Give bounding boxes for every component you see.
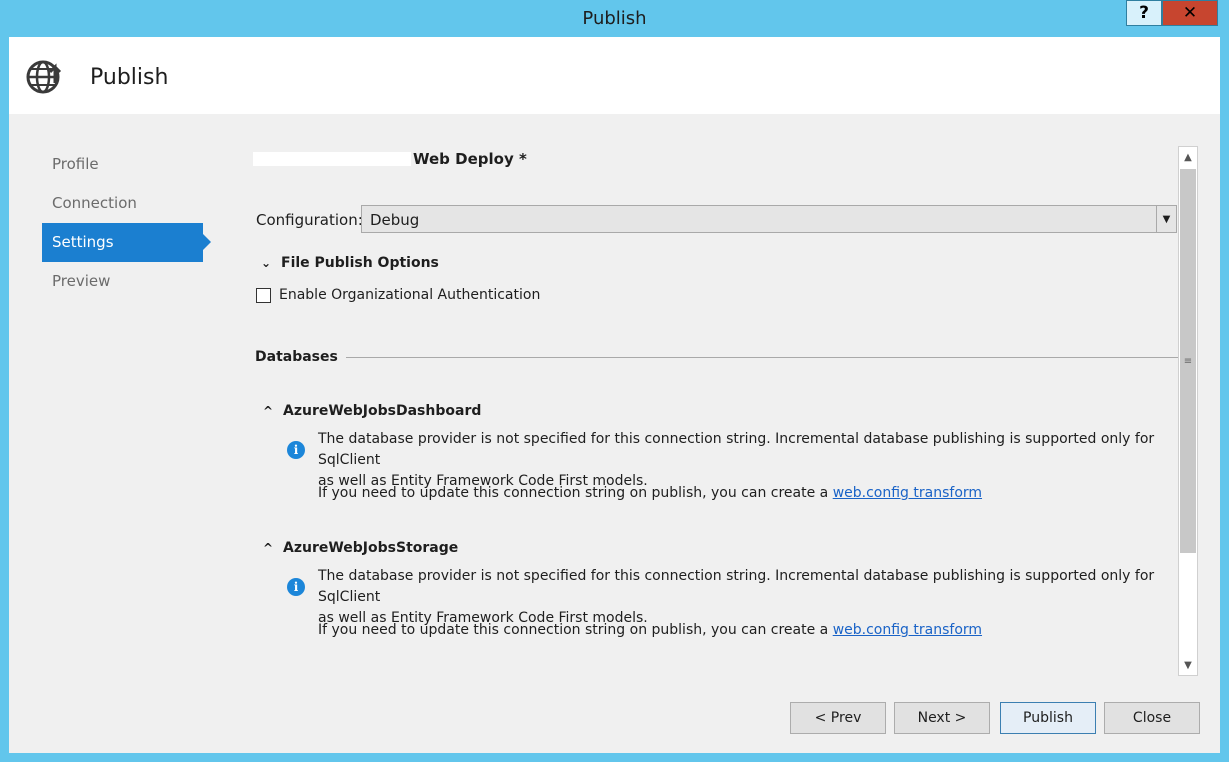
- dialog-header: Publish: [9, 37, 1220, 114]
- nav-item-preview[interactable]: Preview: [42, 262, 203, 301]
- divider: [345, 356, 1179, 358]
- info-icon: i: [287, 578, 305, 596]
- database-message: The database provider is not specified f…: [318, 566, 1178, 629]
- next-button[interactable]: Next >: [894, 702, 990, 734]
- file-publish-options-header[interactable]: ⌄ File Publish Options: [259, 255, 439, 271]
- window-title: Publish: [582, 8, 647, 29]
- database-item: ^ AzureWebJobsStorage i The database prov…: [261, 540, 1176, 650]
- chevron-up-icon[interactable]: ^: [261, 404, 275, 418]
- databases-title: Databases: [255, 349, 338, 365]
- wizard-nav: Profile Connection Settings Preview: [42, 145, 222, 301]
- help-button[interactable]: ?: [1126, 0, 1162, 26]
- transform-hint-text: If you need to update this connection st…: [318, 485, 833, 501]
- chevron-down-icon[interactable]: ▼: [1156, 206, 1176, 232]
- configuration-value: Debug: [370, 211, 420, 229]
- transform-hint: If you need to update this connection st…: [318, 485, 982, 501]
- enable-org-auth-label: Enable Organizational Authentication: [279, 287, 541, 303]
- prev-button[interactable]: < Prev: [790, 702, 886, 734]
- close-window-button[interactable]: ✕: [1162, 0, 1218, 26]
- transform-hint-text: If you need to update this connection st…: [318, 622, 833, 638]
- web-config-transform-link[interactable]: web.config transform: [833, 622, 982, 638]
- database-item: ^ AzureWebJobsDashboard i The database pr…: [261, 403, 1176, 513]
- web-config-transform-link[interactable]: web.config transform: [833, 485, 982, 501]
- enable-org-auth-row[interactable]: Enable Organizational Authentication: [256, 287, 540, 303]
- database-message-line1: The database provider is not specified f…: [318, 431, 1155, 468]
- vertical-scrollbar[interactable]: ▲ ≡ ▼: [1178, 146, 1198, 676]
- database-message-line1: The database provider is not specified f…: [318, 568, 1155, 605]
- configuration-select[interactable]: Debug ▼: [361, 205, 1177, 233]
- database-name-toggle[interactable]: ^ AzureWebJobsStorage: [261, 540, 1176, 556]
- title-bar: Publish ? ✕: [0, 0, 1229, 37]
- publish-globe-icon: [26, 60, 62, 94]
- close-button[interactable]: Close: [1104, 702, 1200, 734]
- scroll-thumb[interactable]: ≡: [1180, 169, 1196, 553]
- configuration-label: Configuration:: [256, 211, 363, 229]
- database-name: AzureWebJobsDashboard: [283, 403, 482, 419]
- file-publish-options-title: File Publish Options: [281, 255, 439, 271]
- enable-org-auth-checkbox[interactable]: [256, 287, 271, 303]
- publish-button[interactable]: Publish: [1000, 702, 1096, 734]
- settings-panel: Web Deploy * Configuration: Debug ▼ ⌄ Fil…: [249, 147, 1179, 677]
- info-icon: i: [287, 441, 305, 459]
- publish-dialog: Publish Profile Connection Settings Prev…: [9, 37, 1220, 753]
- nav-item-profile[interactable]: Profile: [42, 145, 203, 184]
- chevron-down-icon[interactable]: ⌄: [259, 256, 273, 270]
- profile-name-suffix: Web Deploy *: [413, 150, 527, 168]
- scroll-down-button[interactable]: ▼: [1179, 655, 1197, 675]
- chevron-up-icon[interactable]: ^: [261, 541, 275, 555]
- databases-header: Databases: [255, 349, 1179, 365]
- profile-name: Web Deploy *: [253, 150, 527, 168]
- header-title: Publish: [90, 65, 169, 90]
- transform-hint: If you need to update this connection st…: [318, 622, 982, 638]
- database-name-toggle[interactable]: ^ AzureWebJobsDashboard: [261, 403, 1176, 419]
- redacted-profile-name: [253, 152, 411, 166]
- database-name: AzureWebJobsStorage: [283, 540, 459, 556]
- nav-item-settings[interactable]: Settings: [42, 223, 211, 262]
- scroll-up-button[interactable]: ▲: [1179, 147, 1197, 167]
- database-message: The database provider is not specified f…: [318, 429, 1178, 492]
- nav-item-connection[interactable]: Connection: [42, 184, 203, 223]
